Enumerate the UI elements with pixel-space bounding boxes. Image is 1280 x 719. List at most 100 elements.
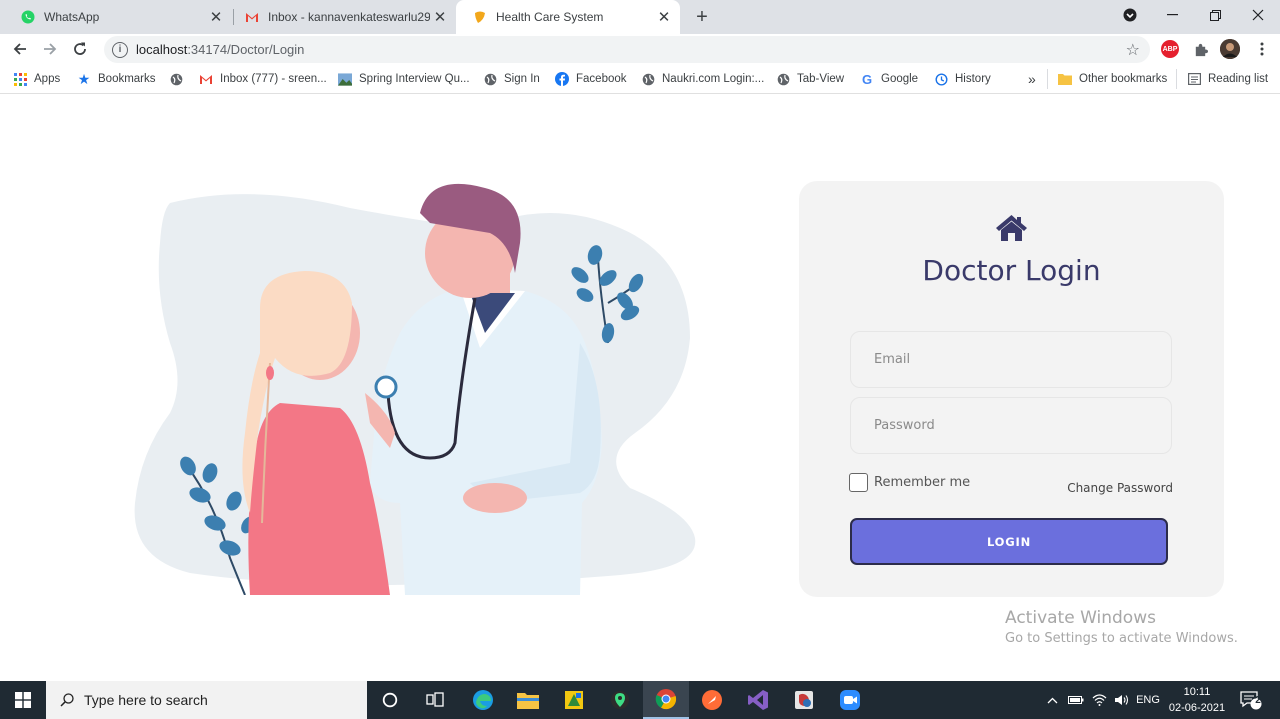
- bookmark-facebook[interactable]: Facebook: [555, 70, 627, 88]
- windows-start-button[interactable]: [0, 681, 46, 719]
- change-password-link[interactable]: Change Password: [1067, 481, 1173, 495]
- bookmark-label: Other bookmarks: [1079, 73, 1168, 85]
- close-tab-icon[interactable]: ✕: [206, 7, 226, 27]
- globe-icon: [169, 72, 183, 86]
- volume-icon[interactable]: [1111, 681, 1131, 719]
- tab-whatsapp[interactable]: WhatsApp ✕: [4, 0, 232, 34]
- bookmark-label: Inbox (777) - sreen...: [220, 73, 327, 85]
- gmail-icon: [199, 72, 213, 86]
- tab-title: Health Care System: [496, 10, 604, 24]
- reading-list-button[interactable]: Reading list: [1187, 70, 1268, 88]
- watermark-line1: Activate Windows: [1005, 608, 1156, 628]
- taskbar-search-placeholder: Type here to search: [84, 692, 208, 708]
- sticky-app-icon[interactable]: [551, 681, 597, 719]
- file-explorer-icon[interactable]: [505, 681, 551, 719]
- doctor-patient-illustration: [134, 183, 696, 595]
- home-icon: [996, 215, 1027, 241]
- tab-health-care-system[interactable]: Health Care System ✕: [456, 0, 680, 34]
- bookmark-label: Apps: [34, 73, 61, 85]
- tab-gmail-inbox[interactable]: Inbox - kannavenkateswarlu29@ ✕: [228, 0, 456, 34]
- chrome-menu-icon[interactable]: [1250, 37, 1274, 61]
- leaf-icon: [472, 9, 488, 25]
- activate-windows-watermark: Activate Windows Go to Settings to activ…: [1005, 608, 1238, 646]
- bookmark-apps[interactable]: Apps: [13, 70, 60, 88]
- gmail-icon: [244, 9, 260, 25]
- bookmark-bookmarks[interactable]: ★ Bookmarks: [77, 70, 156, 88]
- url-host: localhost: [136, 42, 188, 57]
- bookmark-label: History: [955, 73, 991, 85]
- bookmark-label: Reading list: [1208, 73, 1269, 85]
- clock-time: 10:11: [1183, 686, 1211, 698]
- password-field[interactable]: [850, 397, 1172, 454]
- bookmark-spring-interview[interactable]: Spring Interview Qu...: [338, 70, 470, 88]
- show-hidden-icons-chevron[interactable]: [1043, 681, 1061, 719]
- profile-avatar[interactable]: [1220, 39, 1240, 59]
- abp-icon[interactable]: ABP: [1161, 40, 1179, 58]
- watermark-line2: Go to Settings to activate Windows.: [1005, 631, 1238, 646]
- system-clock[interactable]: 10:11 02-06-2021: [1168, 684, 1226, 716]
- reload-button[interactable]: [68, 37, 92, 61]
- zoom-icon[interactable]: [827, 681, 873, 719]
- site-info-icon[interactable]: i: [112, 41, 128, 58]
- edge-icon[interactable]: [460, 681, 506, 719]
- wifi-icon[interactable]: [1089, 681, 1109, 719]
- cortana-icon[interactable]: [367, 681, 413, 719]
- url-text: localhost:34174/Doctor/Login: [136, 42, 304, 57]
- puzzle-icon[interactable]: [1191, 40, 1209, 58]
- email-field[interactable]: [850, 331, 1172, 388]
- bookmark-history[interactable]: History: [934, 70, 991, 88]
- bookmarks-divider: [1176, 69, 1177, 89]
- notification-center-icon[interactable]: 2: [1236, 681, 1266, 719]
- sql-server-icon[interactable]: [781, 681, 827, 719]
- clock-date: 02-06-2021: [1168, 702, 1226, 714]
- visual-studio-icon[interactable]: [735, 681, 781, 719]
- new-tab-button[interactable]: +: [690, 5, 714, 29]
- forward-button[interactable]: [38, 37, 62, 61]
- bookmark-label: Facebook: [576, 73, 627, 85]
- bookmark-label: Spring Interview Qu...: [359, 73, 470, 85]
- close-tab-icon[interactable]: ✕: [430, 7, 450, 27]
- bookmark-label: Tab-View: [797, 73, 845, 85]
- remember-me-checkbox[interactable]: Remember me: [849, 473, 970, 492]
- bookmark-other[interactable]: Other bookmarks: [1058, 70, 1167, 88]
- address-bar[interactable]: i localhost:34174/Doctor/Login ☆: [104, 36, 1150, 63]
- bookmark-tab-view[interactable]: Tab-View: [776, 70, 844, 88]
- bookmark-globe[interactable]: [169, 70, 190, 88]
- remember-me-label: Remember me: [874, 475, 971, 490]
- close-window-button[interactable]: [1236, 0, 1280, 30]
- restore-button[interactable]: [1193, 0, 1237, 30]
- windows-logo-icon: [15, 692, 31, 708]
- facebook-icon: [555, 72, 569, 86]
- language-indicator[interactable]: ENG: [1134, 681, 1162, 719]
- close-tab-icon[interactable]: ✕: [654, 7, 674, 27]
- url-path: :34174/Doctor/Login: [187, 42, 305, 57]
- task-view-icon[interactable]: [412, 681, 458, 719]
- battery-icon[interactable]: [1066, 681, 1086, 719]
- checkbox-icon[interactable]: [849, 473, 868, 492]
- bookmark-inbox[interactable]: Inbox (777) - sreen...: [199, 70, 327, 88]
- taskbar-search-box[interactable]: Type here to search: [46, 681, 367, 719]
- bookmark-sign-in[interactable]: Sign In: [483, 70, 540, 88]
- login-title: Doctor Login: [922, 254, 1101, 287]
- bookmark-star-icon[interactable]: ☆: [1126, 40, 1140, 60]
- star-icon: ★: [77, 70, 91, 87]
- bookmark-naukri[interactable]: Naukri.com Login:...: [641, 70, 764, 88]
- bookmark-google[interactable]: G Google: [860, 70, 918, 88]
- folder-icon: [1058, 72, 1072, 86]
- chrome-icon[interactable]: [643, 681, 689, 719]
- bookmarks-overflow-button[interactable]: »: [1028, 70, 1036, 88]
- minimize-button[interactable]: [1150, 0, 1194, 30]
- globe-icon: [641, 72, 655, 86]
- bookmarks-bar: Apps ★ Bookmarks Inbox (777) - sreen... …: [0, 64, 1280, 94]
- globe-icon: [776, 72, 790, 86]
- google-icon: G: [861, 71, 873, 87]
- bookmarks-divider: [1047, 69, 1048, 89]
- postman-icon[interactable]: [689, 681, 735, 719]
- tab-search-button[interactable]: [1108, 0, 1152, 30]
- login-button[interactable]: LOGIN: [850, 518, 1168, 565]
- back-button[interactable]: [8, 37, 32, 61]
- maps-pin-icon[interactable]: [597, 681, 643, 719]
- whatsapp-icon: [20, 9, 36, 25]
- login-card: Doctor Login Remember me Change Password…: [799, 181, 1224, 597]
- apps-grid-icon: [13, 72, 27, 86]
